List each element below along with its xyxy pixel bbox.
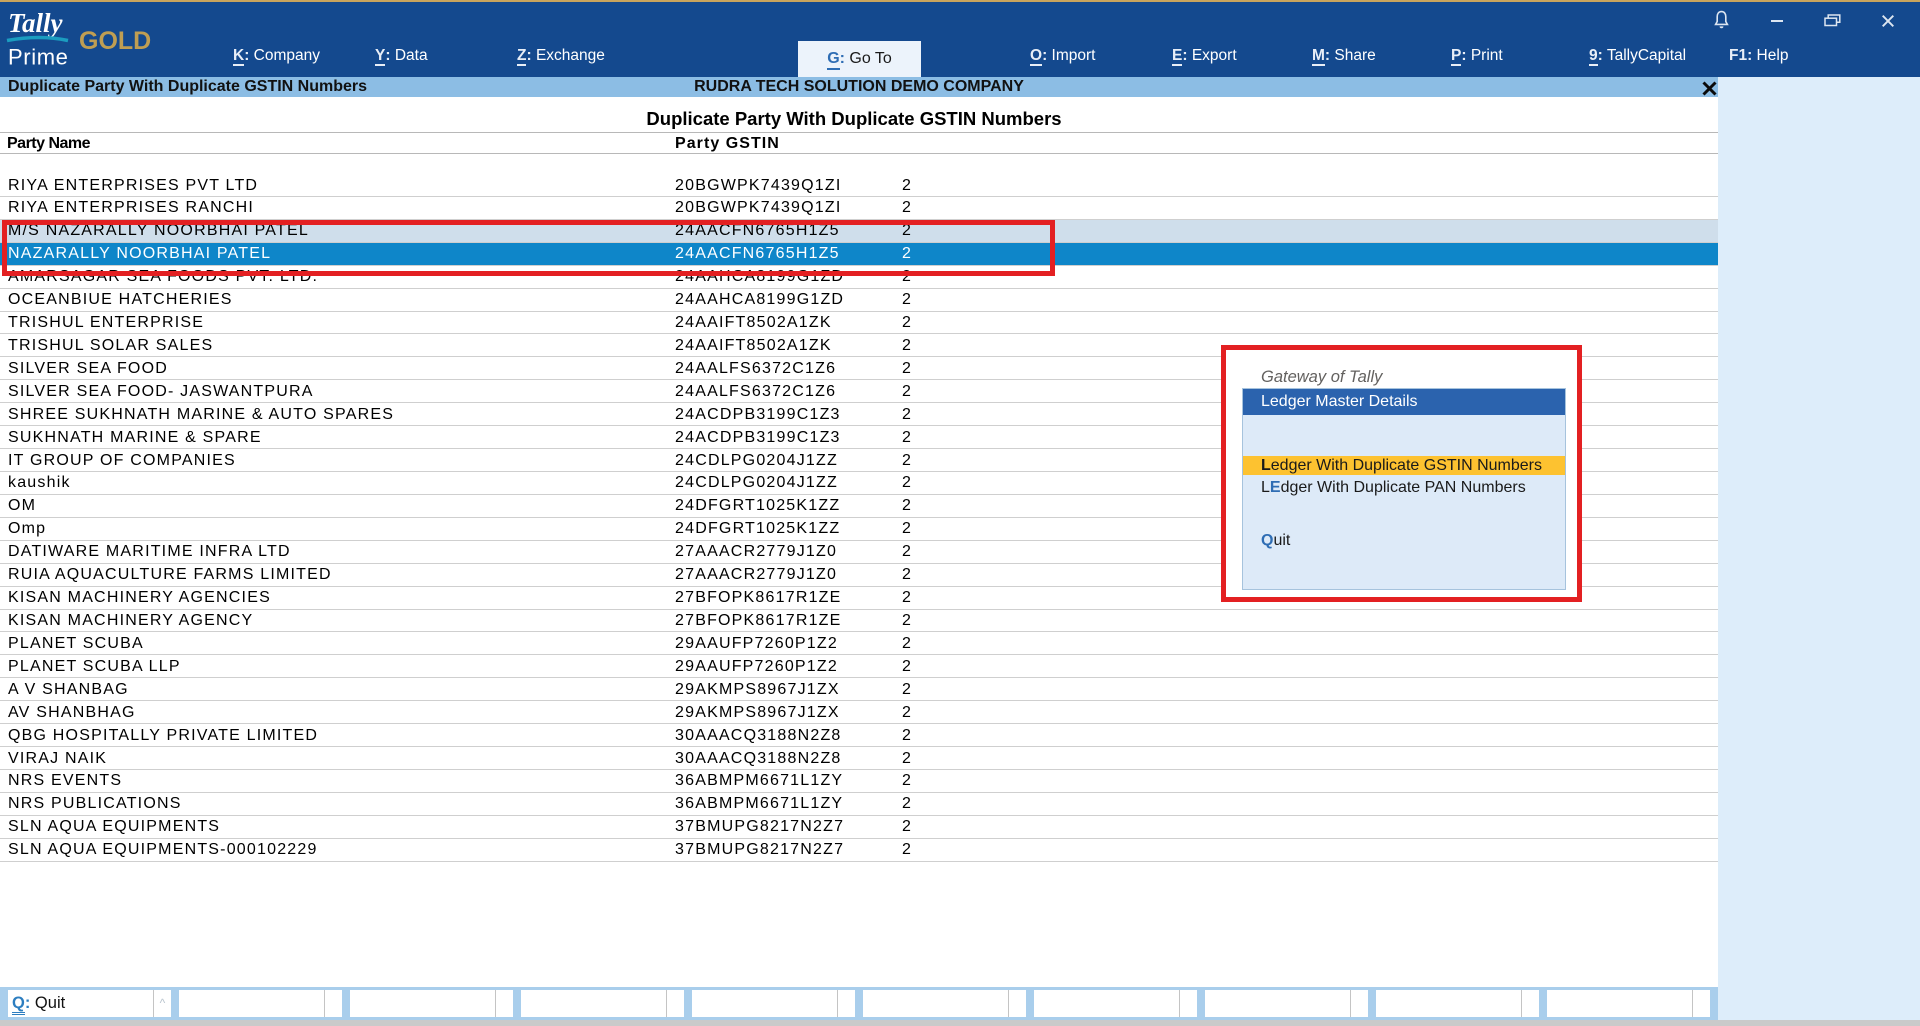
- svg-text:Prime: Prime: [8, 45, 68, 70]
- svg-text:Tally: Tally: [8, 8, 64, 38]
